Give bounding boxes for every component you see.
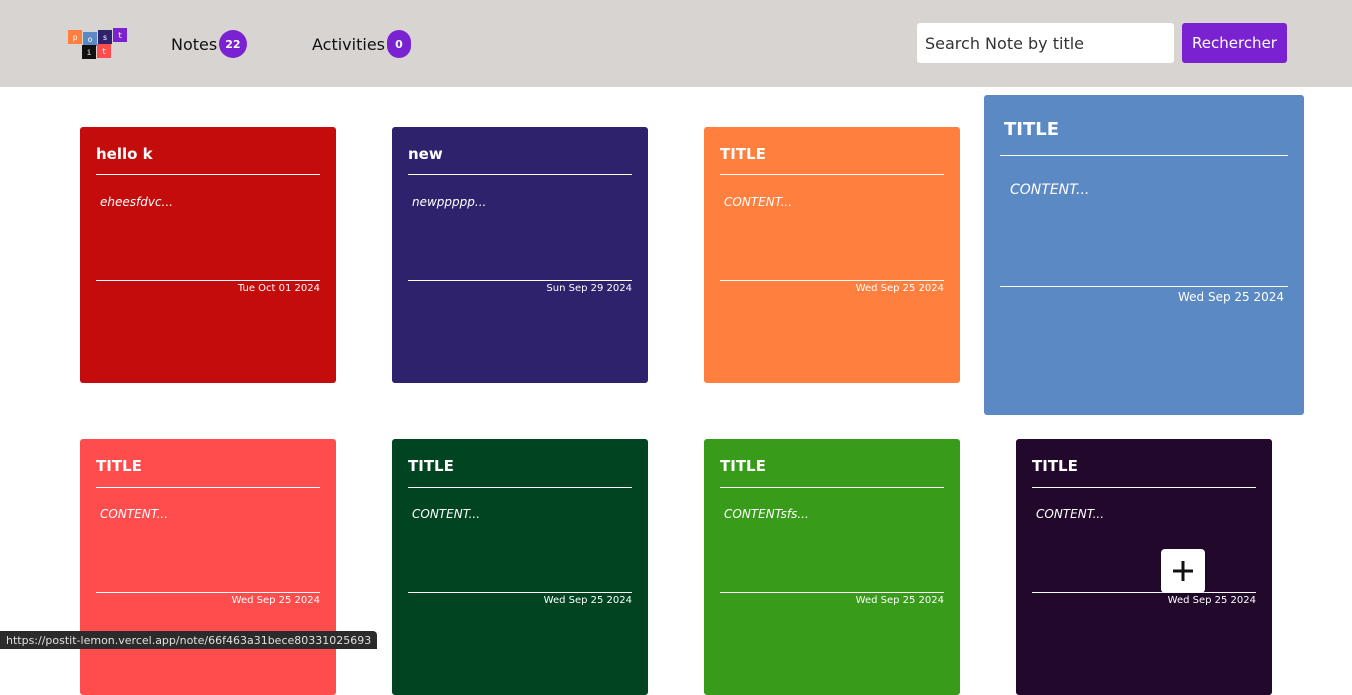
note-title: hello k <box>96 145 153 163</box>
title-divider <box>720 174 944 175</box>
note-card[interactable]: new newppppp... Sun Sep 29 2024 <box>392 127 648 383</box>
title-divider <box>96 174 320 175</box>
note-content: CONTENT... <box>1036 507 1105 521</box>
nav-notes-label: Notes <box>171 34 218 54</box>
note-card[interactable]: TITLE CONTENT... Wed Sep 25 2024 <box>80 439 336 695</box>
note-card[interactable]: TITLE CONTENT... Wed Sep 25 2024 <box>704 127 960 383</box>
note-title: TITLE <box>720 457 766 475</box>
logo-letter: t <box>113 28 127 42</box>
note-date: Wed Sep 25 2024 <box>855 283 944 294</box>
footer-divider <box>96 592 320 593</box>
note-title: TITLE <box>1004 119 1060 140</box>
note-card-hovered[interactable]: TITLE CONTENT... Wed Sep 25 2024 <box>984 95 1304 415</box>
note-date: Wed Sep 25 2024 <box>1177 290 1284 304</box>
note-date: Wed Sep 25 2024 <box>543 595 632 606</box>
notes-count-badge: 22 <box>219 30 247 58</box>
note-card[interactable]: hello k eheesfdvc... Tue Oct 01 2024 <box>80 127 336 383</box>
title-divider <box>1000 155 1288 156</box>
logo-letter: o <box>83 32 97 46</box>
note-content: CONTENTsfs... <box>724 507 809 521</box>
note-date: Wed Sep 25 2024 <box>855 595 944 606</box>
plus-icon <box>1173 561 1193 581</box>
note-card[interactable]: TITLE CONTENT... Wed Sep 25 2024 <box>392 439 648 695</box>
nav-activities-link[interactable]: Activities 0 <box>312 30 411 58</box>
note-date: Tue Oct 01 2024 <box>237 283 320 294</box>
title-divider <box>96 487 320 488</box>
note-title: TITLE <box>96 457 142 475</box>
postit-logo[interactable]: p o s t i t <box>66 28 130 60</box>
footer-divider <box>96 280 320 281</box>
search-input[interactable] <box>917 23 1174 63</box>
note-title: new <box>408 145 443 163</box>
title-divider <box>408 487 632 488</box>
footer-divider <box>720 280 944 281</box>
note-card[interactable]: TITLE CONTENT... Wed Sep 25 2024 <box>1016 439 1272 695</box>
footer-divider <box>1032 592 1256 593</box>
logo-letter: i <box>82 45 96 59</box>
note-title: TITLE <box>720 145 766 163</box>
note-content: eheesfdvc... <box>100 195 173 209</box>
nav-notes-link[interactable]: Notes 22 <box>171 30 247 58</box>
footer-divider <box>1000 286 1288 287</box>
activities-count-badge: 0 <box>387 30 411 58</box>
title-divider <box>408 174 632 175</box>
title-divider <box>1032 487 1256 488</box>
note-card[interactable]: TITLE CONTENTsfs... Wed Sep 25 2024 <box>704 439 960 695</box>
note-date: Sun Sep 29 2024 <box>546 283 632 294</box>
add-note-button[interactable] <box>1161 549 1205 593</box>
note-content: newppppp... <box>412 195 487 209</box>
note-title: TITLE <box>408 457 454 475</box>
footer-divider <box>408 592 632 593</box>
logo-letter: p <box>68 30 82 44</box>
search-button[interactable]: Rechercher <box>1182 23 1287 63</box>
title-divider <box>720 487 944 488</box>
top-navbar: p o s t i t Notes 22 Activities 0 Recher… <box>0 0 1352 87</box>
note-title: TITLE <box>1032 457 1078 475</box>
logo-letter: t <box>97 44 111 58</box>
note-date: Wed Sep 25 2024 <box>231 595 320 606</box>
note-date: Wed Sep 25 2024 <box>1167 595 1256 606</box>
logo-letter: s <box>98 30 112 44</box>
link-status-bar: https://postit-lemon.vercel.app/note/66f… <box>0 631 378 649</box>
nav-activities-label: Activities <box>312 34 385 54</box>
footer-divider <box>408 280 632 281</box>
note-content: CONTENT... <box>724 195 793 209</box>
note-content: CONTENT... <box>1010 182 1090 198</box>
note-content: CONTENT... <box>100 507 169 521</box>
note-content: CONTENT... <box>412 507 481 521</box>
footer-divider <box>720 592 944 593</box>
